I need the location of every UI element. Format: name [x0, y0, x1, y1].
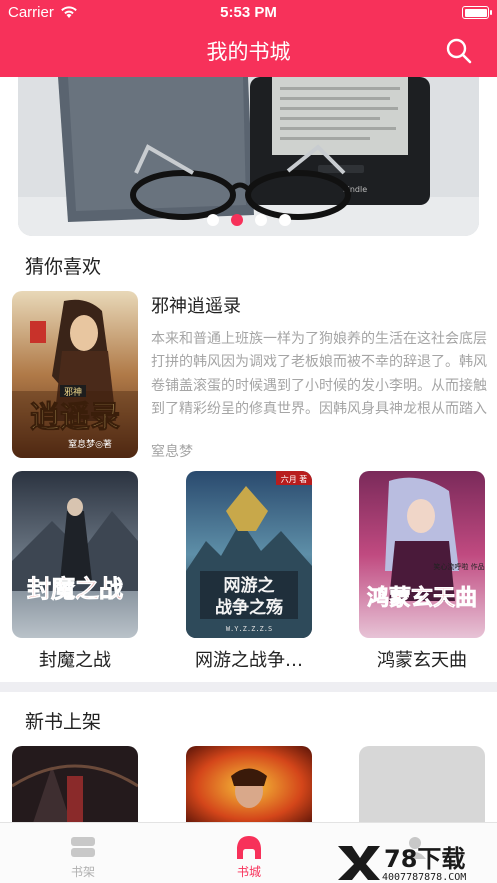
cover-badge-text: 邪神 [64, 386, 82, 398]
featured-book-description: 本来和普通上班族一样为了狗娘养的生活在这社会底层打拼的韩风因为调戏了老板娘而被不… [151, 331, 487, 418]
tab-bookstore[interactable]: 书城 [166, 823, 332, 883]
page-title: 我的书城 [206, 40, 291, 64]
carousel-dot-active[interactable] [230, 214, 243, 226]
featured-book-cover[interactable]: 邪神 逍遥录 窒息梦◎著 [12, 291, 138, 458]
bookstore-icon [237, 836, 261, 859]
status-time: 5:53 PM [220, 4, 277, 21]
cover-sub-text: W.Y.Z.Z.Z.S [226, 625, 272, 633]
watermark-brand: 78下载 [384, 845, 465, 873]
carousel-dots[interactable] [18, 214, 479, 226]
featured-book-author: 窒息梦 [151, 444, 193, 460]
section-title-guess: 猜你喜欢 [25, 256, 102, 278]
banner-carousel[interactable]: kindle [18, 77, 479, 236]
cover-title-text: 封魔之战 [27, 574, 123, 603]
carousel-dot[interactable] [206, 214, 219, 226]
tab-label: 书城 [236, 865, 261, 879]
new-book-cover-2[interactable] [186, 746, 312, 826]
top-bar: Carrier 5:53 PM 我的书城 [0, 0, 497, 77]
cover-title-line2: 战争之殇 [215, 597, 283, 618]
cover-sub-text: 笑心流呼啦 作品 [433, 562, 484, 571]
book-cover-2[interactable]: 六月 著 网游之 战争之殇 W.Y.Z.Z.Z.S [186, 471, 312, 638]
battery-icon [462, 6, 492, 19]
featured-book-title[interactable]: 邪神逍遥录 [151, 292, 241, 318]
banner-image: kindle [18, 77, 479, 236]
cover-sub-text: 窒息梦◎著 [68, 438, 112, 450]
cover-title-line1: 网游之 [224, 575, 275, 596]
carousel-dot[interactable] [254, 214, 267, 226]
book-cover-1[interactable]: 封魔之战 [12, 471, 138, 638]
status-bar: Carrier 5:53 PM [0, 0, 497, 26]
book-name-2[interactable]: 网游之战争… [179, 646, 319, 672]
bookshelf-icon [71, 837, 95, 857]
watermark-logo: 78下载 4007787878.COM [338, 845, 466, 883]
watermark-url: 4007787878.COM [382, 872, 466, 883]
book-cover-3[interactable]: 笑心流呼啦 作品 鸿蒙玄天曲 [359, 471, 485, 638]
cover-corner-text: 六月 著 [281, 474, 308, 484]
section-title-new-books: 新书上架 [25, 711, 102, 733]
cover-title-text: 鸿蒙玄天曲 [367, 585, 477, 611]
section-divider [0, 682, 497, 692]
tab-label: 书架 [70, 865, 95, 879]
book-name-3[interactable]: 鸿蒙玄天曲 [352, 646, 492, 672]
new-book-cover-placeholder[interactable] [359, 746, 485, 826]
carousel-dot[interactable] [278, 214, 291, 226]
tab-bookshelf[interactable]: 书架 [0, 823, 166, 883]
search-icon[interactable] [445, 37, 473, 65]
new-book-cover-1[interactable] [12, 746, 138, 826]
cover-main-text: 逍遥录 [30, 400, 120, 435]
book-name-1[interactable]: 封魔之战 [5, 646, 145, 672]
